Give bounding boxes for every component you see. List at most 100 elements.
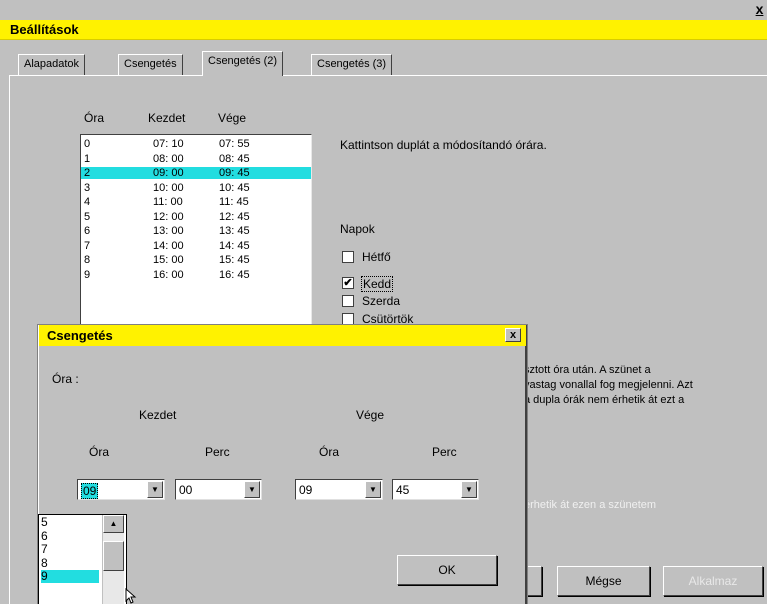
cell-ora: 9 bbox=[84, 268, 91, 281]
kezdet-label: Kezdet bbox=[139, 408, 177, 422]
checkbox-label-szerda: Szerda bbox=[362, 294, 401, 308]
cell-vege: 13: 45 bbox=[219, 225, 250, 237]
chevron-down-icon[interactable]: ▼ bbox=[365, 481, 381, 498]
cell-vege: 10: 45 bbox=[219, 181, 250, 194]
kezdet-perc-value: 00 bbox=[179, 483, 193, 497]
schedule-list[interactable]: 0 07: 10 07: 55 1 08: 00 08: 45 2 09: 00 09: 45 3… bbox=[80, 134, 312, 339]
checkmark-icon: ✔ bbox=[343, 277, 353, 289]
cell-kezdet: 07: 10 bbox=[153, 138, 184, 150]
cell-vege: 12: 45 bbox=[219, 210, 250, 223]
description-line: vastag vonallal fog megjelenni. Azt bbox=[524, 379, 693, 391]
hint-text: Kattintson duplát a módosítandó órára. bbox=[340, 138, 547, 152]
cell-kezdet: 16: 00 bbox=[153, 268, 184, 281]
close-icon[interactable]: x bbox=[505, 328, 521, 342]
cell-ora: 8 bbox=[84, 254, 91, 266]
vege-ora-select[interactable]: 09 ▼ bbox=[295, 479, 383, 500]
table-row[interactable]: 8 15: 00 15: 45 bbox=[81, 254, 311, 266]
tab-csengetes-2[interactable]: Csengetés (2) bbox=[202, 51, 284, 76]
kezdet-perc-select[interactable]: 00 ▼ bbox=[175, 479, 262, 500]
dropdown-scrollbar[interactable]: ▲ bbox=[102, 515, 124, 604]
cell-kezdet: 11: 00 bbox=[153, 196, 183, 208]
window-title: Beállítások bbox=[10, 22, 79, 37]
cell-ora: 7 bbox=[84, 239, 91, 252]
kezdet-perc-label: Perc bbox=[205, 445, 230, 459]
table-row[interactable]: 6 13: 00 13: 45 bbox=[81, 225, 311, 237]
scroll-up-icon[interactable]: ▲ bbox=[103, 515, 124, 533]
cell-vege: 07: 55 bbox=[219, 138, 250, 150]
cancel-button[interactable]: Mégse bbox=[557, 566, 650, 596]
vege-perc-select[interactable]: 45 ▼ bbox=[392, 479, 479, 500]
vege-perc-value: 45 bbox=[396, 483, 410, 497]
table-row[interactable]: 7 14: 00 14: 45 bbox=[81, 240, 311, 252]
vege-label: Vége bbox=[356, 408, 385, 422]
cell-kezdet: 14: 00 bbox=[153, 239, 184, 252]
cell-kezdet: 15: 00 bbox=[153, 254, 184, 266]
cell-kezdet: 12: 00 bbox=[153, 210, 184, 223]
column-header-vege: Vége bbox=[218, 111, 247, 125]
mouse-pointer-icon bbox=[125, 588, 137, 604]
table-row[interactable]: 9 16: 00 16: 45 bbox=[81, 269, 311, 281]
vege-ora-label: Óra bbox=[319, 445, 340, 459]
dropdown-option[interactable]: 5 bbox=[41, 516, 99, 529]
cell-kezdet: 08: 00 bbox=[153, 152, 184, 165]
dropdown-option[interactable]: 7 bbox=[41, 543, 99, 556]
ora-label: Óra : bbox=[52, 372, 79, 386]
disabled-text: érhetik át ezen a szünetem bbox=[524, 499, 657, 511]
kezdet-ora-select[interactable]: 09 ▼ bbox=[77, 479, 165, 500]
dialog-title: Csengetés bbox=[47, 328, 113, 343]
cell-vege: 11: 45 bbox=[219, 196, 249, 208]
chevron-down-icon[interactable]: ▼ bbox=[147, 481, 163, 498]
cell-ora: 5 bbox=[84, 210, 91, 223]
cell-vege: 14: 45 bbox=[219, 239, 250, 252]
description-text: sztott óra után. A szünet a vastag vonal… bbox=[524, 363, 764, 408]
tab-csengetes[interactable]: Csengetés bbox=[118, 54, 183, 75]
checkbox-label-csutortok: Csütörtök bbox=[362, 312, 414, 326]
cell-vege: 09: 45 bbox=[219, 167, 250, 179]
cell-kezdet: 13: 00 bbox=[153, 225, 184, 237]
cell-kezdet: 09: 00 bbox=[153, 167, 184, 179]
checkbox-szerda[interactable] bbox=[342, 295, 354, 307]
table-row[interactable]: 5 12: 00 12: 45 bbox=[81, 211, 311, 223]
table-row[interactable]: 4 11: 00 11: 45 bbox=[81, 196, 311, 208]
tab-csengetes-3[interactable]: Csengetés (3) bbox=[311, 54, 393, 75]
description-line: a dupla órák nem érhetik át ezt a bbox=[524, 394, 685, 406]
checkbox-kedd[interactable]: ✔ bbox=[342, 277, 354, 289]
kezdet-ora-label: Óra bbox=[89, 445, 110, 459]
dropdown-option[interactable]: 9 bbox=[41, 570, 99, 583]
cell-ora: 1 bbox=[84, 152, 91, 165]
days-label: Napok bbox=[340, 222, 375, 236]
cell-vege: 08: 45 bbox=[219, 152, 250, 165]
cell-ora: 2 bbox=[84, 167, 91, 179]
table-row[interactable]: 3 10: 00 10: 45 bbox=[81, 182, 311, 194]
checkbox-csutortok[interactable] bbox=[342, 313, 354, 325]
table-row[interactable]: 2 09: 00 09: 45 bbox=[81, 167, 311, 179]
cell-ora: 3 bbox=[84, 181, 91, 194]
description-line: sztott óra után. A szünet a bbox=[524, 364, 651, 376]
dropdown-option[interactable]: 8 bbox=[41, 556, 99, 570]
table-row[interactable]: 1 08: 00 08: 45 bbox=[81, 153, 311, 165]
dialog-title-bar[interactable]: Csengetés x bbox=[39, 325, 526, 346]
table-row[interactable]: 0 07: 10 07: 55 bbox=[81, 138, 311, 150]
column-header-kezdet: Kezdet bbox=[148, 111, 186, 125]
dropdown-option[interactable]: 6 bbox=[41, 529, 99, 543]
vege-ora-value: 09 bbox=[299, 483, 313, 497]
cell-vege: 15: 45 bbox=[219, 254, 250, 266]
ok-button[interactable]: OK bbox=[397, 555, 497, 585]
chevron-down-icon[interactable]: ▼ bbox=[244, 481, 260, 498]
checkbox-hetfo[interactable] bbox=[342, 251, 354, 263]
tab-alapadatok[interactable]: Alapadatok bbox=[18, 54, 86, 75]
cell-ora: 0 bbox=[84, 138, 91, 150]
hour-dropdown-list[interactable]: 56789 ▲ bbox=[38, 514, 127, 604]
cell-kezdet: 10: 00 bbox=[153, 181, 184, 194]
chevron-down-icon[interactable]: ▼ bbox=[461, 481, 477, 498]
window-title-bar[interactable]: Beállítások bbox=[0, 20, 767, 40]
column-header-ora: Óra bbox=[84, 111, 105, 125]
close-icon[interactable]: x bbox=[752, 0, 767, 18]
scroll-thumb[interactable] bbox=[103, 541, 124, 571]
vege-perc-label: Perc bbox=[432, 445, 457, 459]
apply-button[interactable]: Alkalmaz bbox=[663, 566, 763, 596]
cell-ora: 6 bbox=[84, 225, 91, 237]
checkbox-label-hetfo: Hétfő bbox=[362, 250, 391, 264]
cell-vege: 16: 45 bbox=[219, 268, 250, 281]
checkbox-label-kedd: Kedd bbox=[361, 276, 394, 292]
